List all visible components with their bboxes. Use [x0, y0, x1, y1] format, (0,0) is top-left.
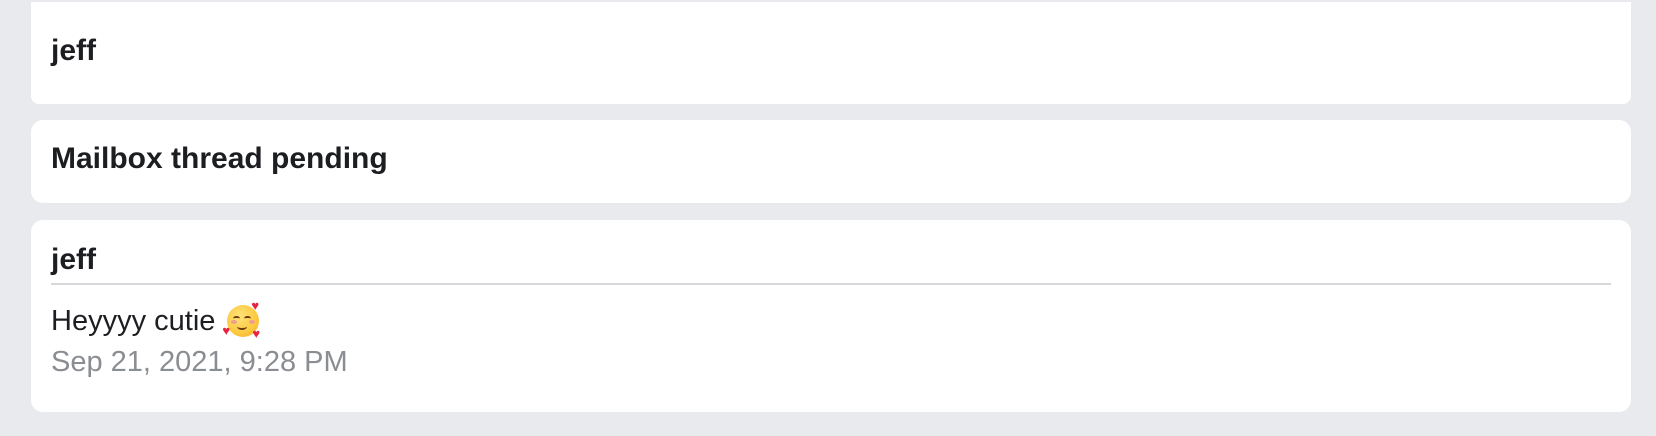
message-body: Heyyyy cutie ♥ ♥ ♥: [51, 298, 263, 341]
message-timestamp: Sep 21, 2021, 9:28 PM: [51, 346, 348, 378]
message-text: Heyyyy cutie: [51, 304, 216, 337]
message-sender: jeff: [51, 243, 96, 276]
conversation-name: jeff: [51, 34, 96, 67]
thread-status-label: Mailbox thread pending: [51, 142, 388, 175]
smiling-face-with-hearts-icon: ♥ ♥ ♥: [222, 298, 261, 341]
conversation-header-card: jeff: [31, 2, 1631, 104]
message-divider: [51, 283, 1611, 285]
thread-status-card: Mailbox thread pending: [31, 120, 1631, 203]
message-card: jeff Heyyyy cutie ♥ ♥ ♥ Sep 21, 2021, 9:…: [31, 220, 1631, 412]
